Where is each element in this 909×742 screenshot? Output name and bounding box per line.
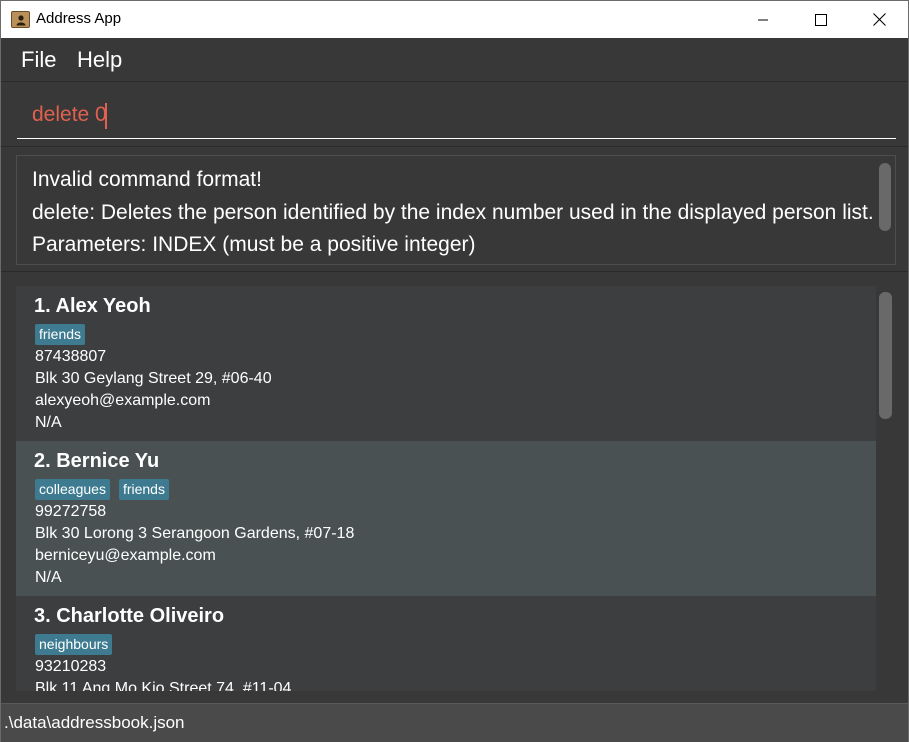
person-list-pane: 1. Alex Yeoh friends 87438807 Blk 30 Gey…: [1, 273, 908, 703]
person-list-scrollbar[interactable]: [879, 292, 892, 419]
person-name: 2. Bernice Yu: [34, 450, 160, 472]
tag-list: neighbours: [35, 634, 113, 655]
command-box-pane: [1, 83, 908, 147]
result-display-pane: Invalid command format! delete: Deletes …: [1, 148, 908, 272]
tag-badge: friends: [35, 324, 86, 345]
close-button[interactable]: [850, 1, 908, 38]
person-remark: N/A: [35, 569, 62, 586]
text-caret: [105, 103, 107, 129]
command-input[interactable]: [32, 103, 872, 127]
person-list: 1. Alex Yeoh friends 87438807 Blk 30 Gey…: [16, 286, 876, 691]
tag-badge: colleagues: [35, 479, 110, 500]
result-display[interactable]: Invalid command format! delete: Deletes …: [16, 155, 896, 265]
person-name: 3. Charlotte Oliveiro: [34, 605, 225, 627]
status-bar: .\data\addressbook.json: [1, 703, 908, 742]
menu-bar: File Help: [1, 38, 908, 82]
person-email: alexyeoh@example.com: [35, 392, 211, 409]
person-phone: 93210283: [35, 658, 107, 675]
tag-list: friends: [35, 324, 86, 345]
maximize-button[interactable]: [792, 1, 850, 38]
menu-help[interactable]: Help: [77, 47, 122, 73]
person-card-selected[interactable]: 2. Bernice Yu colleagues friends 9927275…: [16, 441, 876, 596]
tag-list: colleagues friends: [35, 479, 169, 500]
minimize-button[interactable]: [734, 1, 792, 38]
result-message-line: Parameters: INDEX (must be a positive in…: [32, 233, 476, 256]
person-phone: 99272758: [35, 503, 107, 520]
result-message-line: delete: Deletes the person identified by…: [32, 201, 874, 224]
save-location-text: .\data\addressbook.json: [4, 713, 185, 732]
tag-badge: neighbours: [35, 634, 113, 655]
menu-file[interactable]: File: [21, 47, 56, 73]
person-card[interactable]: 1. Alex Yeoh friends 87438807 Blk 30 Gey…: [16, 286, 876, 441]
person-address: Blk 30 Geylang Street 29, #06-40: [35, 370, 272, 387]
title-bar: Address App: [1, 0, 908, 38]
app-window: Address App File Help delete 0 Invalid c…: [0, 0, 909, 742]
address-book-icon: [11, 11, 30, 28]
person-email: berniceyu@example.com: [35, 547, 216, 564]
close-icon: [872, 13, 886, 26]
result-message-line: Invalid command format!: [32, 168, 262, 191]
person-phone: 87438807: [35, 348, 107, 365]
person-card[interactable]: 3. Charlotte Oliveiro neighbours 9321028…: [16, 596, 876, 691]
person-address: Blk 30 Lorong 3 Serangoon Gardens, #07-1…: [35, 525, 355, 542]
maximize-icon: [815, 13, 827, 26]
person-remark: N/A: [35, 414, 62, 431]
result-scrollbar[interactable]: [879, 163, 891, 231]
person-address: Blk 11 Ang Mo Kio Street 74, #11-04: [35, 680, 292, 691]
minimize-icon: [758, 19, 768, 20]
command-box: [17, 97, 896, 139]
person-name: 1. Alex Yeoh: [34, 295, 151, 317]
tag-badge: friends: [118, 479, 169, 500]
window-title: Address App: [36, 10, 122, 27]
